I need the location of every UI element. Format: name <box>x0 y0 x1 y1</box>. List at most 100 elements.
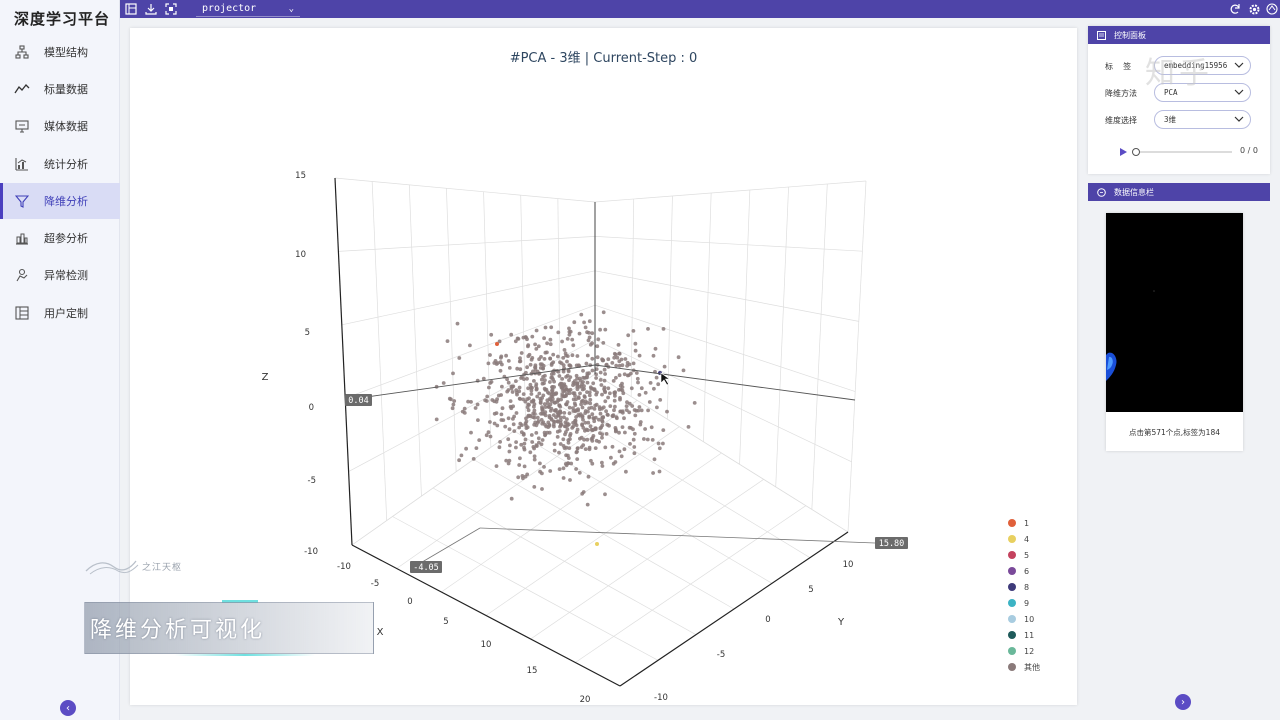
data-point <box>517 463 522 467</box>
data-point <box>655 405 659 410</box>
step-slider-track[interactable] <box>1132 151 1232 153</box>
data-point <box>602 367 607 372</box>
sidebar-item-dim-reduction[interactable]: 降维分析 <box>0 183 120 219</box>
grid-line <box>557 198 561 399</box>
data-point <box>551 352 556 357</box>
panel-icon[interactable] <box>124 2 138 16</box>
grid-line <box>341 270 859 326</box>
data-point <box>587 371 591 376</box>
legend-item[interactable]: 8 <box>1008 579 1040 595</box>
play-icon[interactable] <box>1118 147 1128 157</box>
dimension-select[interactable]: 3维 <box>1154 110 1251 129</box>
download-icon[interactable] <box>144 2 158 16</box>
data-point <box>489 332 494 337</box>
hover-x-tag: -4.05 <box>410 561 442 573</box>
data-point <box>514 411 519 415</box>
data-point <box>577 470 582 475</box>
language-icon[interactable] <box>1265 2 1279 16</box>
data-point <box>525 365 529 370</box>
legend-item[interactable]: 11 <box>1008 627 1040 643</box>
data-point <box>580 387 585 392</box>
grid-line <box>351 373 849 546</box>
settings-icon[interactable] <box>1247 2 1261 16</box>
legend-item[interactable]: 6 <box>1008 563 1040 579</box>
data-point <box>523 335 528 339</box>
data-point <box>570 337 575 342</box>
grid-line <box>520 195 526 423</box>
legend-label: 11 <box>1024 630 1035 640</box>
project-select[interactable]: projector ⌄ <box>196 1 300 17</box>
legend-item[interactable]: 其他 <box>1008 659 1040 675</box>
data-point <box>489 380 494 384</box>
data-point <box>572 320 577 325</box>
data-point <box>555 419 560 423</box>
legend-item[interactable]: 4 <box>1008 531 1040 547</box>
sidebar-item-anomaly[interactable]: 异常检测 <box>0 257 120 293</box>
sidebar-item-custom[interactable]: 用户定制 <box>0 295 120 331</box>
data-point <box>445 339 450 343</box>
data-point <box>549 363 554 367</box>
legend-item[interactable]: 5 <box>1008 547 1040 563</box>
data-point <box>658 398 663 402</box>
data-point <box>462 406 467 411</box>
data-point <box>452 399 457 403</box>
data-point <box>598 370 603 375</box>
data-point <box>662 364 667 369</box>
data-point <box>469 430 473 435</box>
data-point <box>564 392 569 396</box>
step-slider-thumb[interactable] <box>1132 148 1140 156</box>
step-count: 0 / 0 <box>1240 146 1258 155</box>
data-point <box>488 420 492 424</box>
sidebar-item-scalar-data[interactable]: 标量数据 <box>0 71 120 107</box>
fullscreen-icon[interactable] <box>164 2 178 16</box>
sidebar-item-media-data[interactable]: 媒体数据 <box>0 108 120 144</box>
data-point <box>568 478 572 482</box>
data-point <box>627 410 632 415</box>
legend-item[interactable]: 9 <box>1008 595 1040 611</box>
data-point <box>486 361 491 366</box>
data-point <box>534 431 539 435</box>
legend-item[interactable]: 12 <box>1008 643 1040 659</box>
data-point <box>552 379 556 384</box>
data-point <box>572 379 577 383</box>
data-point <box>522 464 527 469</box>
data-point <box>535 415 540 420</box>
data-point <box>620 363 625 368</box>
data-point <box>584 361 589 366</box>
x-tick-label: 15 <box>527 666 538 676</box>
data-point <box>568 433 572 438</box>
data-point <box>585 437 590 442</box>
sidebar-item-statistics[interactable]: 统计分析 <box>0 146 120 182</box>
y-tick-label: 0 <box>765 615 770 625</box>
collapse-sidebar-button[interactable]: ‹ <box>60 700 76 716</box>
data-point <box>635 376 640 381</box>
grid-line <box>473 459 735 610</box>
data-point <box>602 378 607 383</box>
data-point <box>494 411 499 415</box>
legend-item[interactable]: 10 <box>1008 611 1040 627</box>
data-point <box>548 380 552 384</box>
data-point <box>534 328 539 333</box>
data-point <box>616 343 621 347</box>
legend-swatch <box>1008 615 1016 623</box>
data-point <box>550 399 554 404</box>
data-point <box>617 449 622 454</box>
data-point <box>549 417 554 422</box>
data-point <box>543 325 548 330</box>
sidebar-item-hyperparam[interactable]: 超参分析 <box>0 220 120 256</box>
legend-item[interactable]: 1 <box>1008 515 1040 531</box>
data-point <box>568 387 573 392</box>
data-point <box>578 391 582 396</box>
refresh-icon[interactable] <box>1228 2 1242 16</box>
data-point <box>567 326 571 331</box>
data-point <box>598 378 603 382</box>
data-point <box>676 355 681 360</box>
data-point <box>554 408 558 412</box>
data-point <box>561 356 566 360</box>
sidebar-item-label: 异常检测 <box>44 269 88 282</box>
data-point <box>614 375 618 380</box>
sidebar-item-label: 降维分析 <box>44 195 88 208</box>
grid-line <box>847 180 867 533</box>
sidebar-item-model-structure[interactable]: 模型结构 <box>0 34 120 70</box>
collapse-right-panel-button[interactable]: › <box>1175 694 1191 710</box>
